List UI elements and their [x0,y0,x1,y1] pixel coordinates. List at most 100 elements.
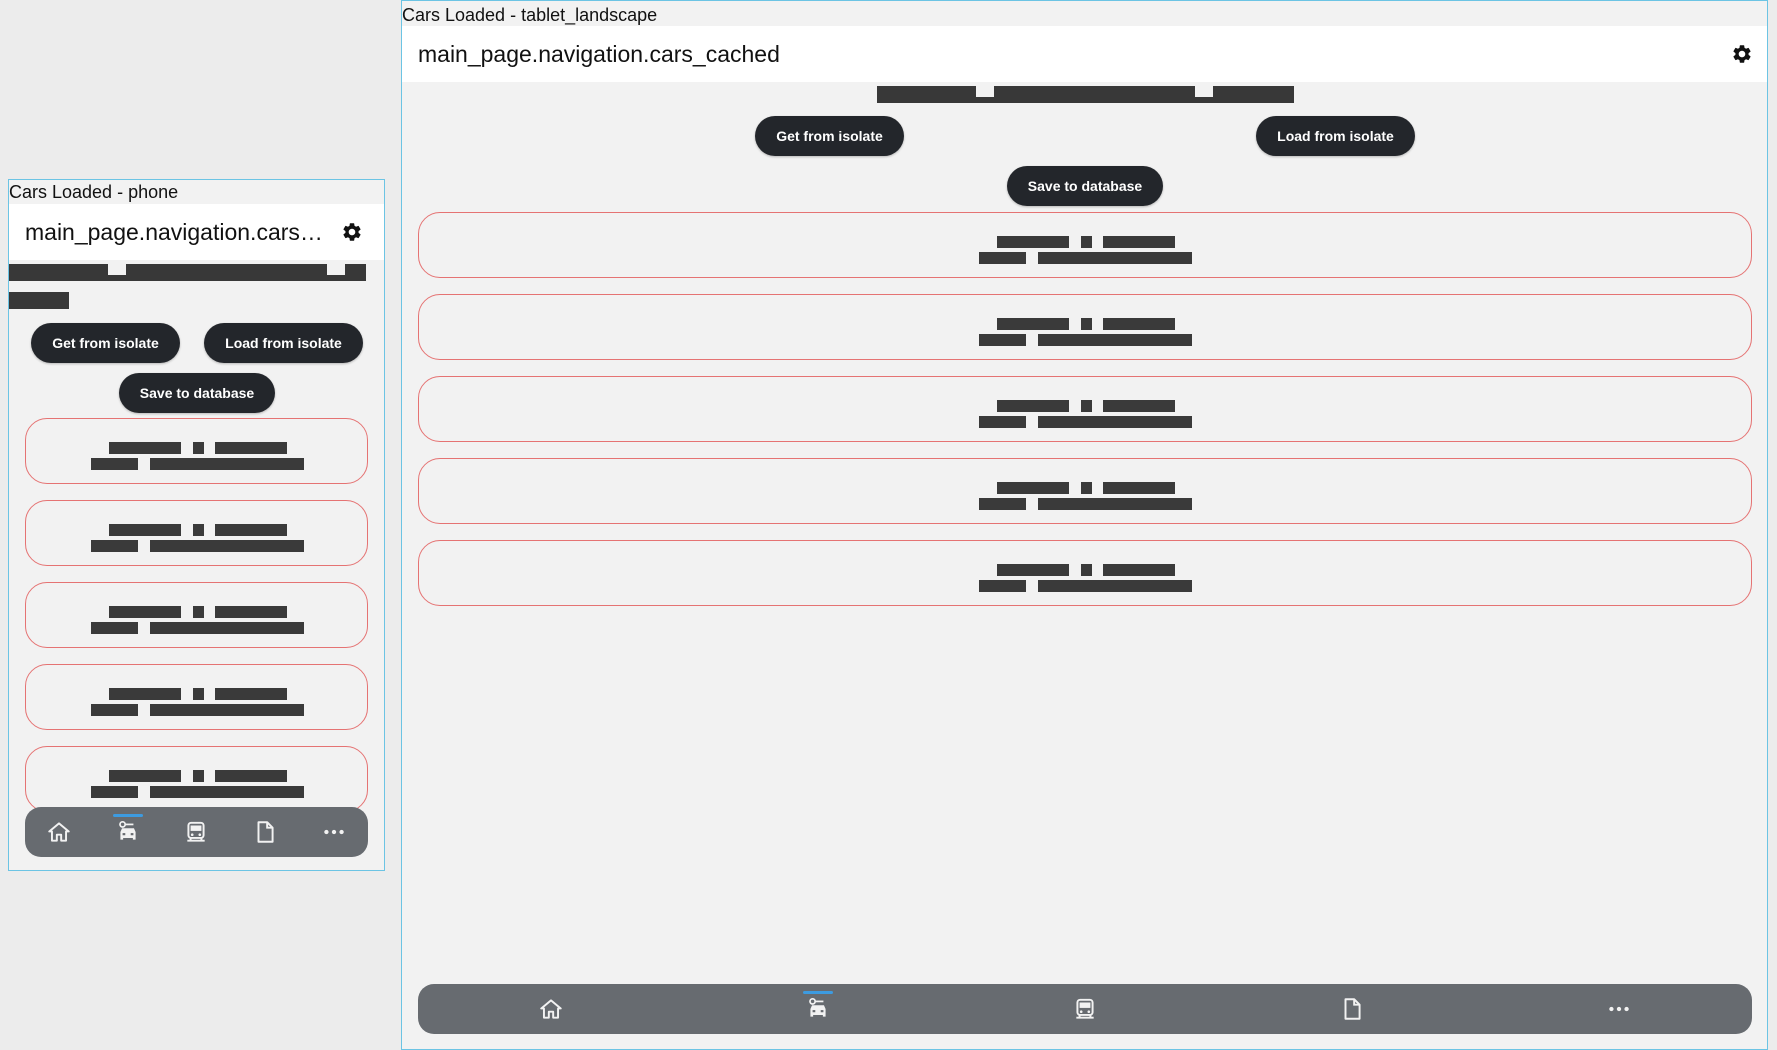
phone-get-from-isolate-button[interactable]: Get from isolate [31,323,180,363]
unrendered-text-placeholder [1081,236,1092,248]
tablet-tofu-gap [1195,86,1213,97]
unrendered-text-placeholder [1103,482,1175,494]
car-card[interactable] [25,582,368,648]
tablet-page-title: main_page.navigation.cars_cached [418,40,780,67]
unrendered-text-placeholder [979,334,1026,346]
document-icon [252,819,278,845]
unrendered-text-placeholder [149,458,304,470]
unrendered-text-placeholder [1081,318,1092,330]
unrendered-text-placeholder [1038,416,1192,428]
unrendered-text-placeholder [108,770,181,782]
car-card[interactable] [25,746,368,812]
unrendered-text-placeholder [90,786,138,798]
nav-item-bus[interactable] [1063,987,1107,1031]
more-icon [1606,996,1632,1022]
settings-gear-icon[interactable] [337,217,367,247]
active-tab-indicator [112,814,143,817]
unrendered-text-placeholder [214,770,287,782]
cars-icon [805,996,831,1022]
unrendered-text-placeholder [979,580,1026,592]
phone-frame-label: Cars Loaded - phone [9,182,179,202]
phone-appbar: main_page.navigation.cars_cached [9,204,384,260]
tablet-save-to-database-button[interactable]: Save to database [1007,166,1163,206]
phone-bottom-navbar [25,807,368,857]
car-card[interactable] [25,664,368,730]
unrendered-text-placeholder [149,540,304,552]
nav-item-home[interactable] [529,987,573,1031]
phone-page-title: main_page.navigation.cars_cached [25,218,325,245]
active-tab-indicator [803,991,834,994]
nav-item-home[interactable] [37,810,81,854]
bus-icon [183,819,209,845]
tablet-load-from-isolate-button[interactable]: Load from isolate [1256,116,1415,156]
unrendered-text-placeholder [149,704,304,716]
unrendered-text-placeholder [1103,564,1175,576]
unrendered-text-placeholder [90,458,138,470]
car-card[interactable] [418,212,1752,278]
cars-icon [115,819,141,845]
tablet-get-from-isolate-button[interactable]: Get from isolate [755,116,904,156]
car-card[interactable] [418,540,1752,606]
unrendered-text-placeholder [1081,482,1092,494]
nav-item-document[interactable] [1330,987,1374,1031]
nav-item-document[interactable] [243,810,287,854]
tablet-frame-label: Cars Loaded - tablet_landscape [402,5,658,25]
unrendered-text-placeholder [149,622,304,634]
car-card[interactable] [25,500,368,566]
phone-frame: Cars Loaded - phone main_page.navigation… [8,179,385,871]
unrendered-text-placeholder [979,498,1026,510]
unrendered-text-placeholder [90,704,138,716]
unrendered-text-placeholder [979,416,1026,428]
unrendered-text-placeholder [214,524,287,536]
unrendered-text-placeholder [997,564,1069,576]
tablet-bottom-navbar [418,984,1752,1034]
unrendered-text-placeholder [1081,400,1092,412]
nav-item-cars[interactable] [796,987,840,1031]
unrendered-text-placeholder [997,400,1069,412]
nav-item-cars[interactable] [106,810,150,854]
unrendered-text-placeholder [192,688,204,700]
car-card[interactable] [418,376,1752,442]
settings-gear-icon[interactable] [1727,39,1757,69]
unrendered-text-placeholder [997,236,1069,248]
tablet-appbar: main_page.navigation.cars_cached [402,26,1767,82]
unrendered-text-placeholder [1038,334,1192,346]
phone-tofu-gap [108,264,126,275]
unrendered-text-placeholder [192,524,204,536]
unrendered-text-placeholder [108,524,181,536]
unrendered-text-placeholder [192,770,204,782]
unrendered-text-placeholder [108,688,181,700]
phone-load-from-isolate-button[interactable]: Load from isolate [204,323,363,363]
car-card[interactable] [418,294,1752,360]
unrendered-text-placeholder [90,540,138,552]
bus-icon [1072,996,1098,1022]
phone-unrendered-text-line-1 [9,264,366,281]
home-icon [46,819,72,845]
unrendered-text-placeholder [997,318,1069,330]
tablet-frame: Cars Loaded - tablet_landscape main_page… [401,0,1768,1050]
unrendered-text-placeholder [1081,564,1092,576]
unrendered-text-placeholder [192,606,204,618]
unrendered-text-placeholder [108,606,181,618]
unrendered-text-placeholder [1038,580,1192,592]
tablet-unrendered-text-line [877,86,1294,103]
phone-save-to-database-button[interactable]: Save to database [119,373,275,413]
car-card[interactable] [418,458,1752,524]
unrendered-text-placeholder [1103,236,1175,248]
unrendered-text-placeholder [997,482,1069,494]
unrendered-text-placeholder [1103,318,1175,330]
home-icon [538,996,564,1022]
tablet-tofu-gap [976,86,994,97]
unrendered-text-placeholder [214,688,287,700]
more-icon [321,819,347,845]
unrendered-text-placeholder [214,442,287,454]
car-card[interactable] [25,418,368,484]
nav-item-more[interactable] [312,810,356,854]
nav-item-bus[interactable] [174,810,218,854]
nav-item-more[interactable] [1597,987,1641,1031]
unrendered-text-placeholder [979,252,1026,264]
unrendered-text-placeholder [1103,400,1175,412]
unrendered-text-placeholder [192,442,204,454]
unrendered-text-placeholder [1038,498,1192,510]
phone-tofu-gap [327,264,345,275]
